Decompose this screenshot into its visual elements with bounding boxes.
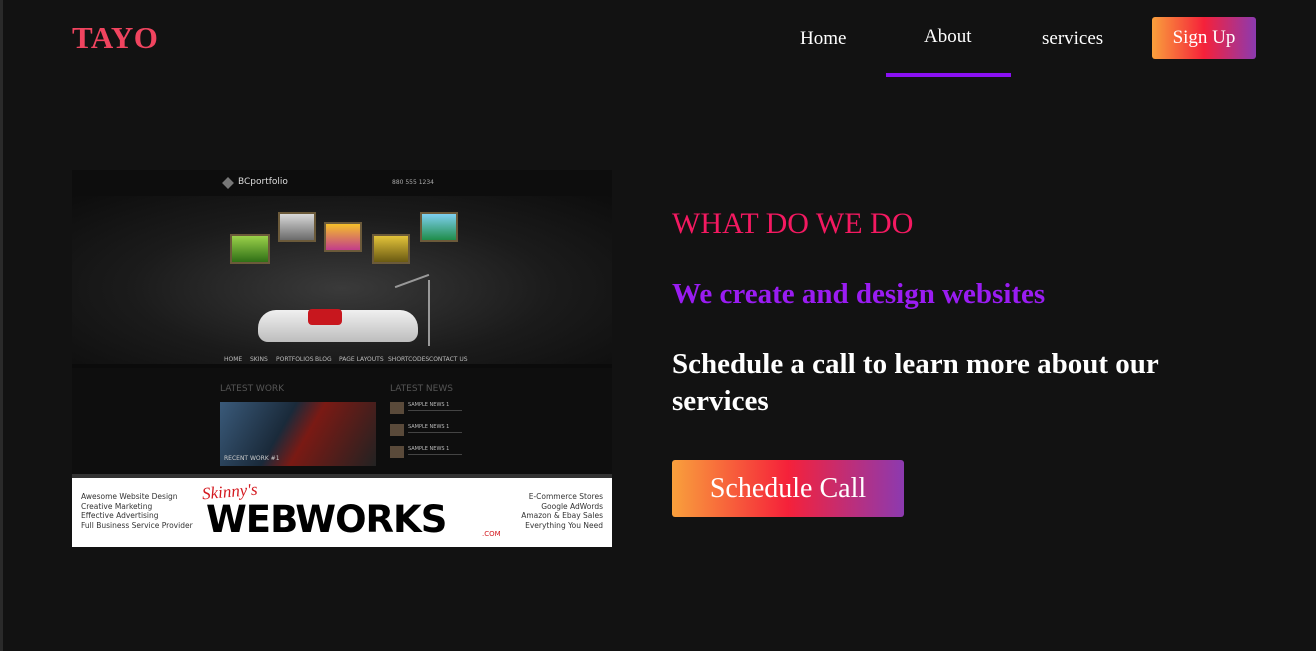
preview-menu-item: CONTACT US bbox=[429, 356, 468, 363]
banner-right-line: Amazon & Ebay Sales bbox=[521, 511, 603, 520]
preview-work-thumbnail: RECENT WORK #1 bbox=[220, 402, 376, 466]
preview-news-line bbox=[408, 432, 462, 433]
preview-lower-section: LATEST WORK LATEST NEWS RECENT WORK #1 S… bbox=[72, 368, 612, 474]
preview-news-item: SAMPLE NEWS 1 bbox=[390, 402, 464, 416]
preview-menu-item: SHORTCODES bbox=[388, 356, 430, 363]
preview-news-thumb bbox=[390, 424, 404, 436]
nav-about-link[interactable]: About bbox=[924, 26, 972, 48]
preview-menu: HOME SKINS PORTFOLIOS BLOG PAGE LAYOUTS … bbox=[72, 354, 612, 368]
preview-news-item: SAMPLE NEWS 1 bbox=[390, 446, 464, 460]
banner-left-list: Awesome Website Design Creative Marketin… bbox=[81, 492, 193, 530]
banner-logo-text: WEBWORKS bbox=[206, 498, 447, 541]
preview-logo-icon bbox=[222, 177, 234, 189]
preview-topbar: BCportfolio 880 555 1234 bbox=[72, 170, 612, 196]
preview-news-thumb bbox=[390, 446, 404, 458]
preview-frame-green bbox=[230, 234, 270, 264]
preview-frame-flower bbox=[324, 222, 362, 252]
section-heading: WHAT DO WE DO bbox=[672, 207, 914, 240]
banner-left-line: Effective Advertising bbox=[81, 511, 159, 520]
preview-frame-yellow bbox=[372, 234, 410, 264]
webworks-banner: Awesome Website Design Creative Marketin… bbox=[72, 478, 612, 547]
brand-logo[interactable]: TAYO bbox=[72, 20, 158, 56]
banner-right-line: Everything You Need bbox=[525, 520, 603, 530]
preview-menu-item: HOME bbox=[224, 356, 243, 363]
preview-news-line bbox=[408, 410, 462, 411]
preview-news-title: SAMPLE NEWS 1 bbox=[408, 424, 450, 430]
preview-work-caption: RECENT WORK #1 bbox=[224, 455, 280, 462]
preview-news-thumb bbox=[390, 402, 404, 414]
preview-latest-news-heading: LATEST NEWS bbox=[390, 384, 453, 394]
preview-news-title: SAMPLE NEWS 1 bbox=[408, 446, 450, 452]
nav-services-link[interactable]: services bbox=[1042, 28, 1103, 50]
section-subheading: We create and design websites bbox=[672, 278, 1046, 310]
website-preview-image: BCportfolio 880 555 1234 HOME SKINS PORT… bbox=[72, 170, 612, 547]
banner-right-line: Google AdWords bbox=[541, 501, 603, 511]
preview-menu-item: BLOG bbox=[315, 356, 332, 363]
banner-left-line: Awesome Website Design bbox=[81, 492, 178, 501]
preview-frame-beach bbox=[420, 212, 458, 242]
preview-menu-item: PORTFOLIOS bbox=[276, 356, 314, 363]
section-body-text: Schedule a call to learn more about our … bbox=[672, 348, 1159, 417]
sign-up-button[interactable]: Sign Up bbox=[1152, 17, 1256, 59]
page-left-edge bbox=[0, 0, 3, 651]
banner-right-list: E-Commerce Stores Google AdWords Amazon … bbox=[521, 492, 603, 530]
preview-latest-work-heading: LATEST WORK bbox=[220, 384, 285, 394]
preview-menu-item: SKINS bbox=[250, 356, 268, 363]
preview-news-title: SAMPLE NEWS 1 bbox=[408, 402, 450, 408]
banner-right-line: E-Commerce Stores bbox=[528, 492, 603, 501]
preview-news-line bbox=[408, 454, 462, 455]
banner-left-line: Creative Marketing bbox=[81, 501, 153, 511]
preview-lamp-arm bbox=[394, 273, 430, 289]
banner-com-text: .COM bbox=[482, 530, 501, 538]
preview-lamp-pole bbox=[428, 280, 430, 346]
preview-gallery-room bbox=[72, 196, 612, 364]
preview-news-item: SAMPLE NEWS 1 bbox=[390, 424, 464, 438]
preview-phone: 880 555 1234 bbox=[392, 179, 434, 186]
active-nav-underline bbox=[886, 73, 1011, 77]
preview-logo-text: BCportfolio bbox=[238, 177, 288, 187]
preview-pillow bbox=[308, 309, 342, 325]
banner-left-line: Full Business Service Provider bbox=[81, 520, 193, 530]
schedule-call-button[interactable]: Schedule Call bbox=[672, 460, 904, 517]
preview-menu-item: PAGE LAYOUTS bbox=[339, 356, 384, 363]
nav-home-link[interactable]: Home bbox=[800, 28, 846, 50]
preview-frame-grey bbox=[278, 212, 316, 242]
